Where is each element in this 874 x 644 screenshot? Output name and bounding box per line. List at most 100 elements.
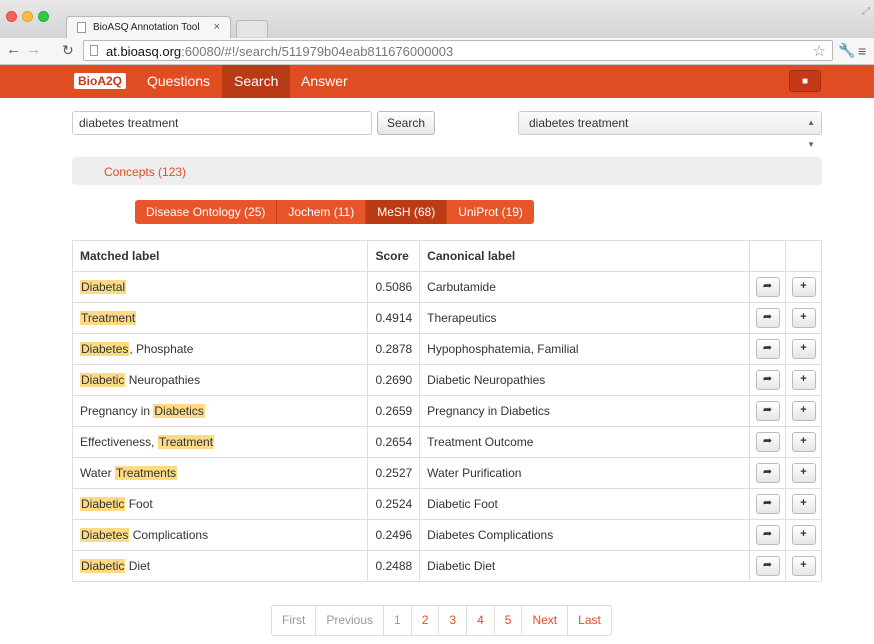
share-arrow-icon[interactable]: ➦ bbox=[755, 277, 780, 297]
canonical-label: Diabetic Neuropathies bbox=[419, 364, 750, 396]
search-input[interactable]: diabetes treatment bbox=[72, 111, 372, 135]
window-close-button[interactable] bbox=[6, 11, 17, 22]
concepts-table: Matched label Score Canonical label Diab… bbox=[71, 240, 822, 582]
new-tab-button[interactable] bbox=[236, 20, 268, 37]
header-action-2 bbox=[785, 240, 822, 272]
reload-icon[interactable]: ↻ bbox=[62, 42, 74, 58]
add-cell: + bbox=[785, 550, 822, 582]
share-cell: ➦ bbox=[749, 333, 786, 365]
canonical-label: Hypophosphatemia, Familial bbox=[419, 333, 750, 365]
add-cell: + bbox=[785, 488, 822, 520]
matched-highlight: Treatments bbox=[114, 466, 178, 480]
plus-icon[interactable]: + bbox=[791, 277, 816, 297]
page-next[interactable]: Next bbox=[522, 606, 569, 635]
page-previous[interactable]: Previous bbox=[316, 606, 385, 635]
matched-label-rest: Complications bbox=[129, 528, 209, 542]
plus-icon[interactable]: + bbox=[791, 401, 816, 421]
page-first[interactable]: First bbox=[272, 606, 317, 635]
nav-search[interactable]: Search bbox=[222, 65, 291, 98]
score-cell: 0.5086 bbox=[367, 271, 421, 303]
query-select[interactable]: diabetes treatment ▲ ▼ bbox=[518, 111, 822, 149]
matched-highlight: Diabetics bbox=[153, 404, 205, 418]
nav-answer[interactable]: Answer bbox=[289, 65, 360, 98]
table-row: Diabetes Complications 0.2496 Diabetes Com… bbox=[71, 519, 822, 551]
page-3[interactable]: 3 bbox=[439, 606, 468, 635]
page-5[interactable]: 5 bbox=[495, 606, 523, 635]
window-maximize-button[interactable] bbox=[38, 11, 49, 22]
menu-icon[interactable]: ≡ bbox=[858, 43, 866, 59]
share-cell: ➦ bbox=[749, 426, 786, 458]
plus-icon[interactable]: + bbox=[791, 370, 816, 390]
share-arrow-icon[interactable]: ➦ bbox=[755, 494, 780, 514]
user-menu-button[interactable]: ■ bbox=[789, 70, 821, 92]
wrench-icon[interactable]: 🔧 bbox=[838, 42, 855, 59]
table-row: Pregnancy in Diabetics 0.2659 Pregnancy in… bbox=[71, 395, 822, 427]
bioasq-logo[interactable]: BioA2Q bbox=[74, 73, 127, 89]
add-cell: + bbox=[785, 302, 822, 334]
add-cell: + bbox=[785, 457, 822, 489]
share-arrow-icon[interactable]: ➦ bbox=[755, 525, 780, 545]
window-minimize-button[interactable] bbox=[22, 11, 33, 22]
table-row: Diabetic Neuropathies 0.2690 Diabetic Neur… bbox=[71, 364, 822, 396]
share-arrow-icon[interactable]: ➦ bbox=[755, 370, 780, 390]
plus-icon[interactable]: + bbox=[791, 494, 816, 514]
plus-icon[interactable]: + bbox=[791, 432, 816, 452]
score-cell: 0.2659 bbox=[367, 395, 421, 427]
canonical-label: Pregnancy in Diabetics bbox=[419, 395, 750, 427]
query-select-value: diabetes treatment bbox=[529, 116, 629, 130]
share-cell: ➦ bbox=[749, 550, 786, 582]
plus-icon[interactable]: + bbox=[791, 308, 816, 328]
fullscreen-icon[interactable]: ⤢ bbox=[862, 6, 870, 17]
canonical-label: Diabetic Diet bbox=[419, 550, 750, 582]
header-matched-label: Matched label bbox=[71, 240, 369, 272]
forward-arrow-icon[interactable]: → bbox=[26, 42, 41, 58]
table-row: Diabetes, Phosphate 0.2878 Hypophosphatemi… bbox=[71, 333, 822, 365]
source-mesh[interactable]: MeSH (68) bbox=[366, 200, 448, 224]
page-1[interactable]: 1 bbox=[384, 606, 412, 635]
matched-label: Water Treatments bbox=[71, 457, 369, 489]
share-arrow-icon[interactable]: ➦ bbox=[755, 463, 780, 483]
back-arrow-icon[interactable]: ← bbox=[6, 42, 21, 58]
nav-questions[interactable]: Questions bbox=[135, 65, 222, 98]
pagination: First Previous 1 2 3 4 5 Next Last bbox=[271, 605, 612, 636]
plus-icon[interactable]: + bbox=[791, 463, 816, 483]
share-arrow-icon[interactable]: ➦ bbox=[755, 401, 780, 421]
address-bar[interactable]: at.bioasq.org:60080/#!/search/511979b04e… bbox=[83, 40, 833, 61]
share-arrow-icon[interactable]: ➦ bbox=[755, 308, 780, 328]
plus-icon[interactable]: + bbox=[791, 339, 816, 359]
matched-highlight: Treatment bbox=[80, 311, 137, 325]
select-arrows-icon: ▲ ▼ bbox=[807, 118, 815, 149]
table-header-row: Matched label Score Canonical label bbox=[71, 240, 822, 272]
matched-label: Treatment bbox=[71, 302, 369, 334]
canonical-label: Treatment Outcome bbox=[419, 426, 750, 458]
table-row: Effectiveness, Treatment 0.2654 Treatment … bbox=[71, 426, 822, 458]
search-button[interactable]: Search bbox=[377, 111, 435, 135]
browser-tab[interactable]: BioASQ Annotation Tool × bbox=[66, 16, 231, 38]
source-jochem[interactable]: Jochem (11) bbox=[277, 200, 367, 224]
concepts-tab[interactable]: Concepts (123) bbox=[104, 165, 186, 179]
page-4[interactable]: 4 bbox=[467, 606, 495, 635]
share-arrow-icon[interactable]: ➦ bbox=[755, 556, 780, 576]
source-disease-ontology[interactable]: Disease Ontology (25) bbox=[135, 200, 278, 224]
page-2[interactable]: 2 bbox=[412, 606, 440, 635]
share-arrow-icon[interactable]: ➦ bbox=[755, 432, 780, 452]
canonical-label: Water Purification bbox=[419, 457, 750, 489]
score-cell: 0.4914 bbox=[367, 302, 421, 334]
share-arrow-icon[interactable]: ➦ bbox=[755, 339, 780, 359]
matched-highlight: Diabetes bbox=[80, 528, 130, 542]
share-cell: ➦ bbox=[749, 457, 786, 489]
canonical-label: Therapeutics bbox=[419, 302, 750, 334]
bookmark-star-icon[interactable]: ☆ bbox=[813, 42, 826, 60]
plus-icon[interactable]: + bbox=[791, 556, 816, 576]
tab-close-button[interactable]: × bbox=[214, 21, 220, 33]
page-last[interactable]: Last bbox=[568, 606, 611, 635]
share-cell: ➦ bbox=[749, 364, 786, 396]
score-cell: 0.2527 bbox=[367, 457, 421, 489]
table-row: Water Treatments 0.2527 Water Purification… bbox=[71, 457, 822, 489]
add-cell: + bbox=[785, 519, 822, 551]
plus-icon[interactable]: + bbox=[791, 525, 816, 545]
matched-label-rest: Foot bbox=[125, 497, 153, 511]
source-uniprot[interactable]: UniProt (19) bbox=[447, 200, 534, 224]
add-cell: + bbox=[785, 271, 822, 303]
canonical-label: Diabetic Foot bbox=[419, 488, 750, 520]
